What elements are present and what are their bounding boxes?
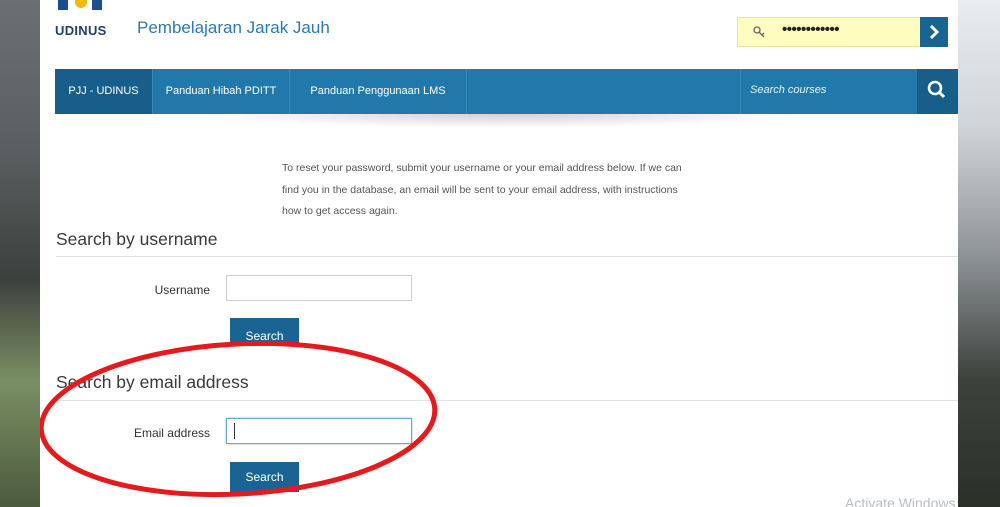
username-search-button-wrapper: Search xyxy=(230,318,299,346)
email-input[interactable] xyxy=(226,418,412,444)
username-label: Username xyxy=(154,283,210,297)
email-search-button[interactable]: Search xyxy=(230,462,299,492)
email-section-title: Search by email address xyxy=(56,372,249,392)
site-name[interactable]: Pembelajaran Jarak Jauh xyxy=(137,18,330,38)
username-search-button[interactable]: Search xyxy=(230,318,299,346)
instruction-line: how to get access again. xyxy=(282,205,398,217)
udinus-logo-icon xyxy=(58,0,102,10)
main-navbar: PJJ - UDINUS Panduan Hibah PDITT Panduan… xyxy=(55,69,958,114)
username-input[interactable] xyxy=(226,275,412,301)
instruction-line: To reset your password, submit your user… xyxy=(282,162,682,174)
password-field[interactable]: •••••••••••• xyxy=(737,17,947,47)
login-submit-button[interactable] xyxy=(920,17,948,47)
course-search-placeholder: Search courses xyxy=(750,84,827,96)
navbar-shadow xyxy=(200,114,800,128)
password-value: •••••••••••• xyxy=(782,21,840,38)
udinus-logo-text: UDINUS xyxy=(55,23,107,38)
nav-item-panduan-hibah-pditt[interactable]: Panduan Hibah PDITT xyxy=(153,69,290,114)
text-caret xyxy=(234,423,235,439)
section-divider xyxy=(56,256,958,257)
reset-instructions: To reset your password, submit your user… xyxy=(282,158,742,223)
desktop-background-right xyxy=(958,0,1000,507)
section-divider xyxy=(56,400,958,401)
search-icon xyxy=(927,80,946,99)
chevron-right-icon xyxy=(929,24,940,40)
username-section-title: Search by username xyxy=(56,229,218,249)
course-search-input[interactable]: Search courses xyxy=(740,69,902,114)
nav-item-pjj-udinus[interactable]: PJJ - UDINUS xyxy=(55,69,153,114)
activate-windows-watermark: Activate Windows xyxy=(845,495,956,507)
instruction-line: find you in the database, an email will … xyxy=(282,183,678,196)
desktop-background-left xyxy=(0,0,40,507)
course-search-button[interactable] xyxy=(917,69,958,114)
key-icon xyxy=(753,26,767,41)
nav-item-panduan-penggunaan-lms[interactable]: Panduan Penggunaan LMS xyxy=(290,69,467,114)
browser-page: UDINUS Pembelajaran Jarak Jauh •••••••••… xyxy=(40,0,958,507)
email-label: Email address xyxy=(133,426,210,440)
